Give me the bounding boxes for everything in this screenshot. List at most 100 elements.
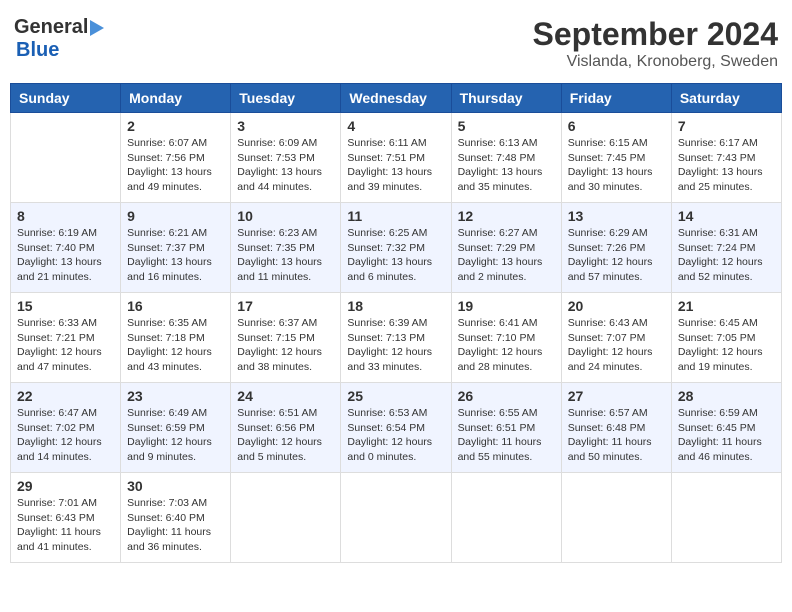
day-number: 14 (678, 208, 775, 224)
table-row: 4Sunrise: 6:11 AM Sunset: 7:51 PM Daylig… (341, 113, 451, 203)
day-number: 29 (17, 478, 114, 494)
table-row: 28 Sunrise: 6:59 AM Sunset: 6:45 PM Dayli… (671, 383, 781, 473)
day-number: 28 (678, 388, 775, 404)
table-row: 27 Sunrise: 6:57 AM Sunset: 6:48 PM Dayli… (561, 383, 671, 473)
col-wednesday: Wednesday (341, 84, 451, 113)
cell-content: Sunrise: 6:13 AM Sunset: 7:48 PM Dayligh… (458, 136, 555, 195)
cell-content: Sunrise: 6:27 AM Sunset: 7:29 PM Dayligh… (458, 226, 555, 285)
logo: General Blue (14, 16, 104, 62)
calendar-row: 29Sunrise: 7:01 AM Sunset: 6:43 PM Dayli… (11, 473, 782, 563)
cell-content: Sunrise: 6:33 AM Sunset: 7:21 PM Dayligh… (17, 316, 114, 375)
calendar-row: 15 Sunrise: 6:33 AM Sunset: 7:21 PM Dayli… (11, 293, 782, 383)
cell-content: Sunrise: 6:31 AM Sunset: 7:24 PM Dayligh… (678, 226, 775, 285)
table-row (671, 473, 781, 563)
table-row: 10 Sunrise: 6:23 AM Sunset: 7:35 PM Dayli… (231, 203, 341, 293)
logo-blue: Blue (16, 39, 59, 61)
col-sunday: Sunday (11, 84, 121, 113)
day-number: 24 (237, 388, 334, 404)
day-number: 15 (17, 298, 114, 314)
cell-content: Sunrise: 6:35 AM Sunset: 7:18 PM Dayligh… (127, 316, 224, 375)
table-row: 26 Sunrise: 6:55 AM Sunset: 6:51 PM Dayli… (451, 383, 561, 473)
table-row: 11 Sunrise: 6:25 AM Sunset: 7:32 PM Dayli… (341, 203, 451, 293)
cell-content: Sunrise: 6:49 AM Sunset: 6:59 PM Dayligh… (127, 406, 224, 465)
cell-content: Sunrise: 6:11 AM Sunset: 7:51 PM Dayligh… (347, 136, 444, 195)
title-area: September 2024 Vislanda, Kronoberg, Swed… (533, 16, 778, 71)
logo-text: General (14, 16, 104, 39)
cell-content: Sunrise: 6:21 AM Sunset: 7:37 PM Dayligh… (127, 226, 224, 285)
day-number: 18 (347, 298, 444, 314)
table-row (561, 473, 671, 563)
table-row: 18Sunrise: 6:39 AM Sunset: 7:13 PM Dayli… (341, 293, 451, 383)
table-row: 13 Sunrise: 6:29 AM Sunset: 7:26 PM Dayli… (561, 203, 671, 293)
table-row: 7 Sunrise: 6:17 AM Sunset: 7:43 PM Daylig… (671, 113, 781, 203)
cell-content: Sunrise: 6:47 AM Sunset: 7:02 PM Dayligh… (17, 406, 114, 465)
location-subtitle: Vislanda, Kronoberg, Sweden (533, 53, 778, 71)
col-monday: Monday (121, 84, 231, 113)
calendar-row: 8Sunrise: 6:19 AM Sunset: 7:40 PM Daylig… (11, 203, 782, 293)
table-row (341, 473, 451, 563)
day-number: 13 (568, 208, 665, 224)
calendar-table: Sunday Monday Tuesday Wednesday Thursday… (10, 83, 782, 563)
cell-content: Sunrise: 6:41 AM Sunset: 7:10 PM Dayligh… (458, 316, 555, 375)
cell-content: Sunrise: 6:23 AM Sunset: 7:35 PM Dayligh… (237, 226, 334, 285)
cell-content: Sunrise: 6:51 AM Sunset: 6:56 PM Dayligh… (237, 406, 334, 465)
cell-content: Sunrise: 6:15 AM Sunset: 7:45 PM Dayligh… (568, 136, 665, 195)
table-row: 25Sunrise: 6:53 AM Sunset: 6:54 PM Dayli… (341, 383, 451, 473)
table-row: 6 Sunrise: 6:15 AM Sunset: 7:45 PM Daylig… (561, 113, 671, 203)
table-row: 19Sunrise: 6:41 AM Sunset: 7:10 PM Dayli… (451, 293, 561, 383)
table-row: 12 Sunrise: 6:27 AM Sunset: 7:29 PM Dayli… (451, 203, 561, 293)
table-row: 8Sunrise: 6:19 AM Sunset: 7:40 PM Daylig… (11, 203, 121, 293)
cell-content: Sunrise: 6:55 AM Sunset: 6:51 PM Dayligh… (458, 406, 555, 465)
day-number: 22 (17, 388, 114, 404)
day-number: 27 (568, 388, 665, 404)
table-row: 24 Sunrise: 6:51 AM Sunset: 6:56 PM Dayli… (231, 383, 341, 473)
cell-content: Sunrise: 6:29 AM Sunset: 7:26 PM Dayligh… (568, 226, 665, 285)
table-row: 16 Sunrise: 6:35 AM Sunset: 7:18 PM Dayli… (121, 293, 231, 383)
day-number: 11 (347, 208, 444, 224)
table-row: 3Sunrise: 6:09 AM Sunset: 7:53 PM Daylig… (231, 113, 341, 203)
cell-content: Sunrise: 6:57 AM Sunset: 6:48 PM Dayligh… (568, 406, 665, 465)
table-row (11, 113, 121, 203)
cell-content: Sunrise: 6:07 AM Sunset: 7:56 PM Dayligh… (127, 136, 224, 195)
cell-content: Sunrise: 6:09 AM Sunset: 7:53 PM Dayligh… (237, 136, 334, 195)
day-number: 30 (127, 478, 224, 494)
table-row: 22 Sunrise: 6:47 AM Sunset: 7:02 PM Dayli… (11, 383, 121, 473)
header: General Blue September 2024 Vislanda, Kr… (10, 10, 782, 77)
cell-content: Sunrise: 6:25 AM Sunset: 7:32 PM Dayligh… (347, 226, 444, 285)
day-number: 6 (568, 118, 665, 134)
logo-general: General (14, 16, 88, 39)
col-saturday: Saturday (671, 84, 781, 113)
table-row: 14 Sunrise: 6:31 AM Sunset: 7:24 PM Dayli… (671, 203, 781, 293)
table-row: 23 Sunrise: 6:49 AM Sunset: 6:59 PM Dayli… (121, 383, 231, 473)
calendar-row: 2Sunrise: 6:07 AM Sunset: 7:56 PM Daylig… (11, 113, 782, 203)
cell-content: Sunrise: 6:53 AM Sunset: 6:54 PM Dayligh… (347, 406, 444, 465)
month-title: September 2024 (533, 16, 778, 53)
day-number: 17 (237, 298, 334, 314)
day-number: 12 (458, 208, 555, 224)
table-row: 29Sunrise: 7:01 AM Sunset: 6:43 PM Dayli… (11, 473, 121, 563)
day-number: 9 (127, 208, 224, 224)
day-number: 10 (237, 208, 334, 224)
table-row: 5Sunrise: 6:13 AM Sunset: 7:48 PM Daylig… (451, 113, 561, 203)
cell-content: Sunrise: 6:45 AM Sunset: 7:05 PM Dayligh… (678, 316, 775, 375)
table-row: 21 Sunrise: 6:45 AM Sunset: 7:05 PM Dayli… (671, 293, 781, 383)
day-number: 21 (678, 298, 775, 314)
cell-content: Sunrise: 6:59 AM Sunset: 6:45 PM Dayligh… (678, 406, 775, 465)
col-friday: Friday (561, 84, 671, 113)
day-number: 7 (678, 118, 775, 134)
col-tuesday: Tuesday (231, 84, 341, 113)
cell-content: Sunrise: 7:03 AM Sunset: 6:40 PM Dayligh… (127, 496, 224, 555)
cell-content: Sunrise: 6:19 AM Sunset: 7:40 PM Dayligh… (17, 226, 114, 285)
day-number: 23 (127, 388, 224, 404)
table-row: 2Sunrise: 6:07 AM Sunset: 7:56 PM Daylig… (121, 113, 231, 203)
cell-content: Sunrise: 6:37 AM Sunset: 7:15 PM Dayligh… (237, 316, 334, 375)
day-number: 26 (458, 388, 555, 404)
day-number: 20 (568, 298, 665, 314)
table-row: 30 Sunrise: 7:03 AM Sunset: 6:40 PM Dayli… (121, 473, 231, 563)
table-row: 9 Sunrise: 6:21 AM Sunset: 7:37 PM Daylig… (121, 203, 231, 293)
cell-content: Sunrise: 6:17 AM Sunset: 7:43 PM Dayligh… (678, 136, 775, 195)
table-row: 17 Sunrise: 6:37 AM Sunset: 7:15 PM Dayli… (231, 293, 341, 383)
table-row: 15 Sunrise: 6:33 AM Sunset: 7:21 PM Dayli… (11, 293, 121, 383)
day-number: 16 (127, 298, 224, 314)
header-row: Sunday Monday Tuesday Wednesday Thursday… (11, 84, 782, 113)
